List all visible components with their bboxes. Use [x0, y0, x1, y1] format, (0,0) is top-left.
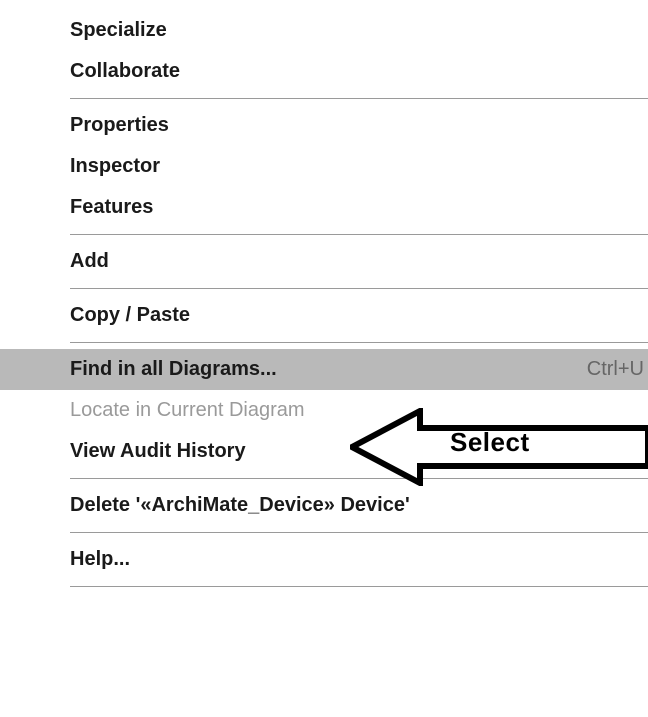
menu-item-label: Copy / Paste	[70, 304, 190, 327]
menu-item-locate-in-current-diagram: Locate in Current Diagram	[0, 390, 648, 431]
menu-item-copy-paste[interactable]: Copy / Paste	[0, 295, 648, 336]
menu-item-delete-archimate-device-device[interactable]: Delete '«ArchiMate_Device» Device'	[0, 485, 648, 526]
menu-item-add[interactable]: Add	[0, 241, 648, 282]
menu-separator	[70, 478, 648, 479]
menu-item-label: Collaborate	[70, 60, 180, 83]
menu-separator	[70, 586, 648, 587]
menu-item-label: Inspector	[70, 155, 160, 178]
menu-separator	[70, 98, 648, 99]
menu-item-label: Properties	[70, 114, 169, 137]
menu-item-label: Find in all Diagrams...	[70, 358, 277, 381]
context-menu: Specialize Collaborate Properties Inspector…	[0, 0, 648, 587]
menu-item-label: Delete '«ArchiMate_Device» Device'	[70, 494, 410, 517]
menu-item-find-in-all-diagrams[interactable]: Find in all Diagrams... Ctrl+U	[0, 349, 648, 390]
menu-item-collaborate[interactable]: Collaborate	[0, 51, 648, 92]
menu-item-label: Add	[70, 250, 109, 273]
menu-item-inspector[interactable]: Inspector	[0, 146, 648, 187]
menu-item-label: Locate in Current Diagram	[70, 399, 305, 422]
menu-separator	[70, 288, 648, 289]
menu-separator	[70, 532, 648, 533]
menu-item-shortcut: Ctrl+U	[587, 358, 648, 381]
menu-item-label: Specialize	[70, 19, 167, 42]
menu-item-features[interactable]: Features	[0, 187, 648, 228]
menu-item-label: Help...	[70, 548, 130, 571]
menu-item-label: Features	[70, 196, 153, 219]
menu-separator	[70, 234, 648, 235]
menu-separator	[70, 342, 648, 343]
menu-item-help[interactable]: Help...	[0, 539, 648, 580]
menu-item-label: View Audit History	[70, 440, 246, 463]
menu-item-properties[interactable]: Properties	[0, 105, 648, 146]
menu-item-specialize[interactable]: Specialize	[0, 10, 648, 51]
menu-item-view-audit-history[interactable]: View Audit History	[0, 431, 648, 472]
